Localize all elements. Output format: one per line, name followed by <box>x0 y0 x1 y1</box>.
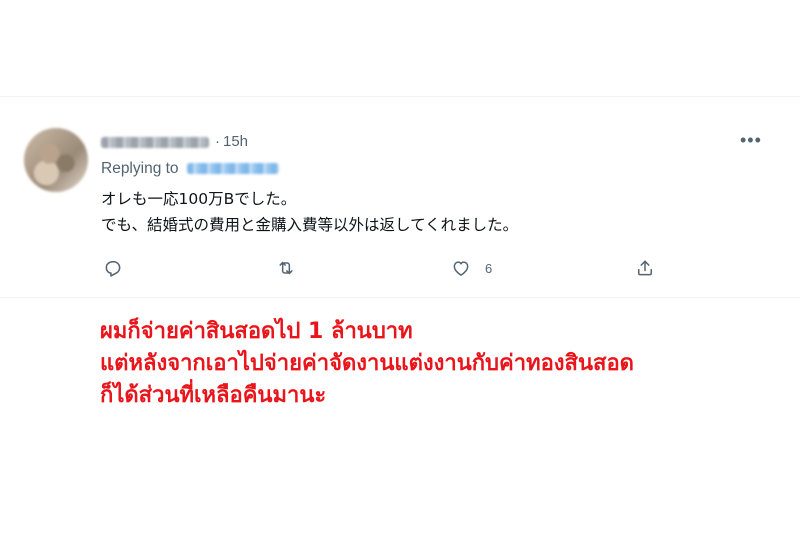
caption-line: แต่หลังจากเอาไปจ่ายค่าจัดงานแต่งงานกับค่… <box>100 351 634 376</box>
share-button[interactable] <box>635 258 655 278</box>
share-icon <box>638 260 652 276</box>
caption-line: ผมก็จ่ายค่าสินสอดไป 1 ล้านบาท <box>100 319 413 344</box>
tweet-actions: 6 <box>0 258 800 282</box>
blurred-username[interactable] <box>101 136 209 148</box>
tweet-text-line: オレも一応100万Bでした。 <box>101 190 297 208</box>
reply-icon <box>105 261 121 277</box>
caption-line: ก็ได้ส่วนที่เหลือคืนมานะ <box>100 383 327 408</box>
replying-to-label: Replying to <box>101 160 179 177</box>
tweet-header: · 15h <box>101 133 248 150</box>
tweet-text: オレも一応100万Bでした。 でも、結婚式の費用と金購入費等以外は返してくれまし… <box>101 186 518 238</box>
avatar[interactable] <box>24 128 88 192</box>
retweet-icon <box>279 261 293 275</box>
caption-translation: ผมก็จ่ายค่าสินสอดไป 1 ล้านบาท แต่หลังจาก… <box>100 316 634 412</box>
like-button[interactable]: 6 <box>451 258 492 278</box>
tweet-text-line: でも、結婚式の費用と金購入費等以外は返してくれました。 <box>101 216 519 234</box>
separator-dot: · <box>215 133 220 150</box>
blurred-reply-handle[interactable] <box>186 163 279 175</box>
retweet-button[interactable] <box>276 258 296 278</box>
more-icon[interactable]: ••• <box>740 131 762 149</box>
heart-icon <box>453 261 469 276</box>
timestamp[interactable]: 15h <box>223 133 248 150</box>
reply-button[interactable] <box>103 258 123 278</box>
replying-to: Replying to <box>101 160 279 178</box>
like-count: 6 <box>485 260 493 276</box>
